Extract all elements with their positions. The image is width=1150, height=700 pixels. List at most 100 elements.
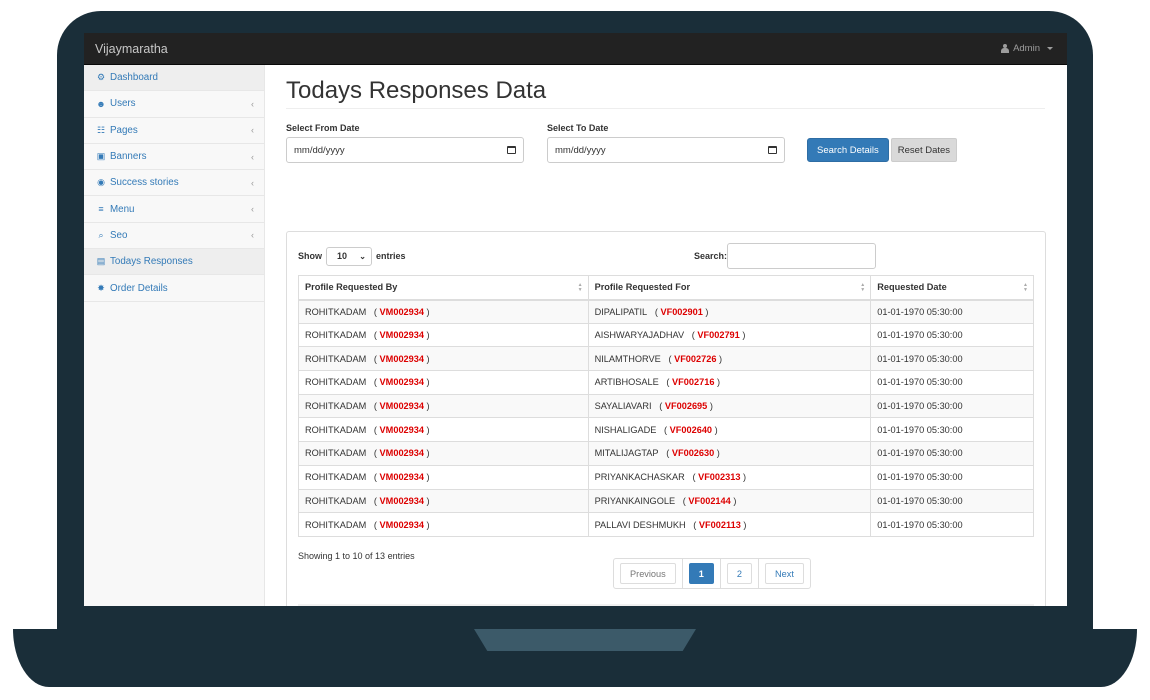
to-date-placeholder: mm/dd/yyyy (555, 144, 606, 156)
profile-code: VM002934 (379, 448, 424, 459)
requested-for-cell: PALLAVI DESHMUKH ( VF002113 ) (587, 512, 872, 537)
profile-name: ROHITKADAM (305, 353, 367, 364)
paren-open: ( (651, 401, 665, 412)
sidebar-item-success-stories[interactable]: ◉ Success stories ‹ (84, 170, 264, 197)
paren-close: ) (424, 353, 430, 364)
user-menu-dropdown[interactable]: Admin (1001, 43, 1053, 54)
sort-icon[interactable]: ▲ ▼ (860, 283, 865, 293)
sidebar-item-seo[interactable]: ⌕ Seo ‹ (84, 223, 264, 250)
table-row: ROHITKADAM ( VM002934 ) NISHALIGADE ( VF0… (298, 417, 1034, 443)
requested-date-cell: 01-01-1970 05:30:00 (870, 322, 1034, 348)
paren-close: ) (740, 519, 747, 530)
reset-dates-button[interactable]: Reset Dates (890, 138, 958, 162)
requested-for-cell: NISHALIGADE ( VF002640 ) (587, 417, 872, 443)
calendar-icon[interactable] (507, 146, 516, 154)
sidebar-item-menu[interactable]: ≡ Menu ‹ (84, 196, 264, 223)
caret-down-icon (1047, 47, 1053, 50)
user-icon (1001, 44, 1010, 53)
profile-code: VM002934 (379, 353, 424, 364)
sidebar-item-pages[interactable]: ☷ Pages ‹ (84, 118, 264, 144)
responses-table-panel: Show 10 ⌄ entries Search: Profile Reques… (286, 231, 1046, 606)
profile-name: ROHITKADAM (305, 448, 367, 459)
sort-icon[interactable]: ▲ ▼ (1023, 283, 1028, 293)
sidebar-item-content: ≡ Menu (95, 204, 134, 215)
paren-open: ( (684, 472, 699, 483)
requested-by-cell: ROHITKADAM ( VM002934 ) (298, 299, 589, 324)
chevron-left-icon: ‹ (251, 98, 254, 109)
id-card-icon: ▤ (96, 256, 106, 267)
paren-open: ( (656, 424, 670, 435)
table-row: ROHITKADAM ( VM002934 ) PRIYANKAINGOLE ( … (298, 488, 1034, 514)
sidebar-item-content: ▤ Todays Responses (95, 256, 193, 267)
table-search-control: Search: (694, 243, 876, 269)
sidebar-item-users[interactable]: ☻ Users ‹ (84, 91, 264, 118)
sidebar-item-content: ✸ Order Details (95, 283, 168, 294)
previous-page-button[interactable]: Previous (620, 563, 676, 584)
calendar-icon[interactable] (768, 146, 777, 154)
profile-code: VM002934 (379, 306, 424, 317)
table-row: ROHITKADAM ( VM002934 ) PALLAVI DESHMUKH … (298, 512, 1034, 537)
page-2-button[interactable]: 2 (726, 563, 752, 584)
paren-open: ( (685, 519, 699, 530)
page-length-select[interactable]: 10 ⌄ (326, 246, 372, 266)
sidebar-item-content: ▣ Banners (95, 151, 147, 162)
profile-name: ARTIBHOSALE (594, 377, 659, 388)
requested-for-cell: AISHWARYAJADHAV ( VF002791 ) (587, 322, 872, 348)
sidebar-item-order-details[interactable]: ✸ Order Details (84, 275, 264, 302)
requested-date-cell: 01-01-1970 05:30:00 (870, 512, 1034, 537)
show-label: Show (298, 251, 322, 261)
sidebar-item-banners[interactable]: ▣ Banners ‹ (84, 144, 264, 171)
sidebar-item-label: Users (110, 98, 136, 110)
profile-code: VF002791 (697, 330, 740, 341)
paren-open: ( (366, 495, 380, 506)
paren-close: ) (714, 448, 720, 459)
paren-open: ( (366, 377, 380, 388)
app-screen: Vijaymaratha Admin ⚙ Dashboard ☻ Users ‹ ☷ Pag… (84, 33, 1067, 606)
table-row: ROHITKADAM ( VM002934 ) SAYALIAVARI ( VF0… (298, 393, 1034, 419)
page-1-button[interactable]: 1 (688, 563, 714, 584)
paren-close: ) (424, 377, 430, 388)
requested-by-cell: ROHITKADAM ( VM002934 ) (298, 441, 589, 466)
paren-open: ( (658, 448, 672, 459)
page-length-value: 10 (337, 251, 348, 261)
entries-label: entries (376, 251, 406, 261)
sidebar-item-label: Pages (110, 124, 138, 136)
scrollbar-thumb[interactable] (310, 605, 1022, 606)
paren-close: ) (424, 424, 430, 435)
requested-for-cell: DIPALIPATIL ( VF002901 ) (587, 299, 872, 324)
requested-date-cell: 01-01-1970 05:30:00 (870, 441, 1034, 466)
chevron-down-icon: ⌄ (359, 251, 366, 261)
next-page-button[interactable]: Next (765, 563, 804, 584)
requested-date-cell: 01-01-1970 05:30:00 (870, 299, 1034, 324)
profile-name: ROHITKADAM (305, 472, 367, 483)
from-date-input[interactable]: mm/dd/yyyy (286, 137, 524, 163)
paren-close: ) (730, 495, 737, 506)
column-header-requested-date[interactable]: Requested Date ▲ ▼ (870, 275, 1034, 301)
requested-by-cell: ROHITKADAM ( VM002934 ) (298, 464, 589, 490)
scroll-left-arrow-icon[interactable]: ◀ (298, 606, 310, 607)
sidebar-item-dashboard[interactable]: ⚙ Dashboard (84, 65, 264, 92)
scroll-right-arrow-icon[interactable]: ▶ (1022, 606, 1034, 607)
sidebar-item-label: Success stories (110, 177, 179, 189)
paren-close: ) (424, 472, 430, 483)
requested-for-cell: PRIYANKACHASKAR ( VF002313 ) (587, 464, 872, 490)
bars-icon: ≡ (98, 204, 104, 215)
gear-icon: ✸ (97, 282, 105, 293)
search-details-button[interactable]: Search Details (807, 138, 889, 162)
column-header-profile-requested-for[interactable]: Profile Requested For ▲ ▼ (587, 275, 872, 301)
table-search-input[interactable] (727, 243, 876, 269)
sidebar-item-label: Dashboard (110, 72, 158, 84)
sidebar-item-todays-responses[interactable]: ▤ Todays Responses (84, 249, 264, 276)
column-header-profile-requested-by[interactable]: Profile Requested By ▲ ▼ (298, 275, 589, 301)
horizontal-scrollbar[interactable]: ◀ ▶ (298, 604, 1034, 606)
top-navbar: Vijaymaratha Admin (84, 33, 1067, 65)
requested-for-cell: PRIYANKAINGOLE ( VF002144 ) (587, 488, 872, 514)
requested-by-cell: ROHITKADAM ( VM002934 ) (298, 370, 589, 395)
from-date-label: Select From Date (286, 123, 360, 133)
sort-icon[interactable]: ▲ ▼ (578, 283, 583, 293)
to-date-input[interactable]: mm/dd/yyyy (547, 137, 785, 163)
requested-by-cell: ROHITKADAM ( VM002934 ) (298, 393, 589, 419)
brand-link[interactable]: Vijaymaratha (95, 42, 168, 56)
user-name: Admin (1013, 43, 1040, 54)
column-header-label: Requested Date (877, 282, 947, 293)
